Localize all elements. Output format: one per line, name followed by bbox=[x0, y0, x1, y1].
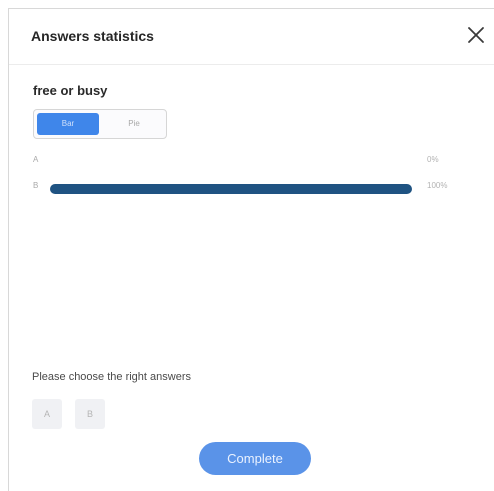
bar-category-label: B bbox=[33, 181, 39, 190]
bar-fill-b bbox=[50, 184, 412, 194]
question-title: free or busy bbox=[33, 83, 108, 98]
bar-value-label: 0% bbox=[427, 155, 439, 164]
bar-category-label: A bbox=[33, 155, 39, 164]
bar-track bbox=[50, 158, 412, 168]
dialog-header: Answers statistics bbox=[9, 9, 494, 65]
complete-button[interactable]: Complete bbox=[199, 442, 311, 475]
bar-value-label: 100% bbox=[427, 181, 448, 190]
bar-track bbox=[50, 184, 412, 194]
bar-row-a: A 0% bbox=[33, 155, 469, 169]
dialog-title: Answers statistics bbox=[31, 28, 154, 44]
answer-option-b[interactable]: B bbox=[75, 399, 105, 429]
chart-type-toggle: Bar Pie bbox=[33, 109, 167, 139]
bar-row-b: B 100% bbox=[33, 181, 469, 195]
pie-view-tab[interactable]: Pie bbox=[104, 113, 164, 135]
choose-answers-prompt: Please choose the right answers bbox=[32, 371, 191, 383]
answer-option-a[interactable]: A bbox=[32, 399, 62, 429]
bar-view-tab[interactable]: Bar bbox=[37, 113, 99, 135]
close-icon[interactable] bbox=[464, 23, 488, 47]
answers-statistics-dialog: Answers statistics free or busy Bar Pie … bbox=[8, 8, 494, 491]
